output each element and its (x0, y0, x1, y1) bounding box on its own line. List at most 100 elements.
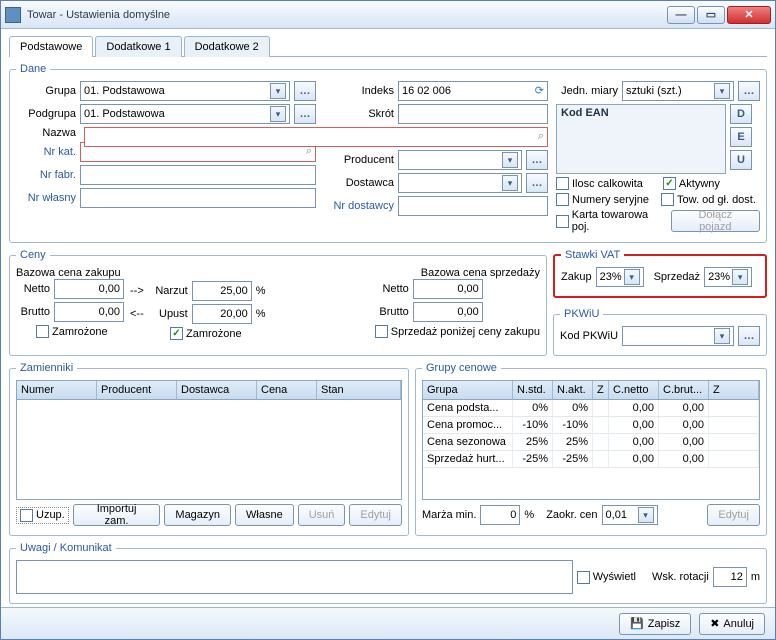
combo-vat-zakup[interactable]: 23%▾ (596, 267, 644, 287)
dostawca-more-button[interactable]: … (526, 173, 548, 193)
chk-uzup[interactable]: Uzup. (16, 507, 69, 524)
legend-pkwiu: PKWiU (560, 308, 603, 320)
col-z1[interactable]: Z (593, 381, 609, 399)
input-indeks[interactable] (398, 81, 548, 101)
tab-dodatkowe2[interactable]: Dodatkowe 2 (184, 36, 270, 57)
combo-podgrupa[interactable]: 01. Podstawowa▾ (80, 104, 290, 124)
legend-vat: Stawki VAT (561, 249, 624, 261)
producent-more-button[interactable]: … (526, 150, 548, 170)
input-wsk[interactable] (713, 567, 747, 587)
chk-numery[interactable]: Numery seryjne (556, 193, 649, 206)
label-netto-zak: Netto (16, 283, 50, 295)
combo-dostawca[interactable]: ▾ (398, 173, 522, 193)
chk-zamrozone-nar[interactable]: Zamrożone (170, 327, 242, 340)
table-row[interactable]: Cena sezonowa25%25%0,000,00 (423, 434, 759, 451)
combo-jedn[interactable]: sztuki (szt.)▾ (622, 81, 734, 101)
save-icon: 💾 (630, 617, 644, 630)
input-nrdostawcy[interactable] (398, 196, 548, 216)
minimize-button[interactable]: — (667, 6, 695, 24)
label-indeks: Indeks (324, 85, 394, 97)
input-netto-spr[interactable] (413, 279, 483, 299)
label-nrwlasny: Nr własny (16, 192, 76, 204)
btn-magazyn[interactable]: Magazyn (164, 504, 231, 526)
label-pkwiu: Kod PKWiU (560, 330, 618, 342)
input-nrwlasny[interactable] (80, 188, 316, 208)
col-numer[interactable]: Numer (17, 381, 97, 399)
col-z2[interactable]: Z (709, 381, 759, 399)
combo-grupa[interactable]: 01. Podstawowa▾ (80, 81, 290, 101)
col-stan[interactable]: Stan (317, 381, 401, 399)
textarea-uwagi[interactable] (16, 560, 573, 594)
arrow-l: <-- (130, 308, 144, 320)
chk-zamrozone-zak[interactable]: Zamrożone (36, 325, 108, 338)
grupa-more-button[interactable]: … (294, 81, 316, 101)
pkwiu-more-button[interactable]: … (738, 326, 760, 346)
col-dostawca[interactable]: Dostawca (177, 381, 257, 399)
tab-dodatkowe1[interactable]: Dodatkowe 1 (95, 36, 181, 57)
u-button[interactable]: U (730, 150, 752, 170)
label-marza: Marża min. (422, 509, 476, 521)
table-row[interactable]: Sprzedaż hurt...-25%-25%0,000,00 (423, 451, 759, 468)
chk-sprz-ponizej[interactable]: Sprzedaż poniżej ceny zakupu (375, 325, 540, 338)
chk-wyswietl[interactable]: Wyświetl (577, 571, 636, 584)
app-icon (5, 7, 21, 23)
input-brutto-spr[interactable] (413, 302, 483, 322)
input-brutto-zak[interactable] (54, 302, 124, 322)
combo-zaokr[interactable]: 0,01▾ (602, 505, 658, 525)
jedn-more-button[interactable]: … (738, 81, 760, 101)
podgrupa-more-button[interactable]: … (294, 104, 316, 124)
fieldset-dane: Dane Grupa 01. Podstawowa▾ … Podgrupa 01… (9, 63, 767, 243)
combo-pkwiu[interactable]: ▾ (622, 326, 734, 346)
pct-marza: % (524, 509, 534, 521)
input-netto-zak[interactable] (54, 279, 124, 299)
pct: % (256, 285, 266, 297)
refresh-icon[interactable]: ⟳ (535, 84, 544, 97)
input-nrfabr[interactable] (80, 165, 316, 185)
btn-usun[interactable]: Usuń (298, 504, 346, 526)
zapisz-button[interactable]: 💾Zapisz (619, 613, 691, 635)
label-brutto-zak: Brutto (16, 306, 50, 318)
titlebar: Towar - Ustawienia domyślne — ▭ ✕ (1, 1, 775, 29)
input-upust[interactable] (192, 304, 252, 324)
search-icon[interactable]: ⌕ (538, 130, 544, 143)
label-vat-sprzedaz: Sprzedaż (654, 271, 700, 283)
col-grupa[interactable]: Grupa (423, 381, 513, 399)
dolacz-pojazd-button[interactable]: Dołącz pojazd (671, 210, 760, 232)
input-skrot[interactable] (398, 104, 548, 124)
col-nakt[interactable]: N.akt. (553, 381, 593, 399)
chk-ilosc[interactable]: Ilosc calkowita (556, 177, 643, 190)
arrow-r: --> (130, 285, 144, 297)
col-cbrutto[interactable]: C.brut... (659, 381, 709, 399)
maximize-button[interactable]: ▭ (697, 6, 725, 24)
anuluj-button[interactable]: ✖Anuluj (699, 613, 765, 635)
col-nstd[interactable]: N.std. (513, 381, 553, 399)
input-nazwa[interactable] (84, 127, 548, 147)
col-producent[interactable]: Producent (97, 381, 177, 399)
grid-zamienniki[interactable]: Numer Producent Dostawca Cena Stan (16, 380, 402, 500)
btn-wlasne[interactable]: Własne (235, 504, 294, 526)
combo-producent[interactable]: ▾ (398, 150, 522, 170)
chk-aktywny[interactable]: Aktywny (663, 177, 720, 190)
table-row[interactable]: Cena podsta...0%0%0,000,00 (423, 400, 759, 417)
col-cnetto[interactable]: C.netto (609, 381, 659, 399)
legend-zamienniki: Zamienniki (16, 362, 77, 374)
chevron-down-icon: ▾ (270, 83, 286, 99)
chk-towod[interactable]: Tow. od gł. dost. (661, 193, 756, 206)
tab-podstawowe[interactable]: Podstawowe (9, 36, 93, 57)
kodean-box[interactable]: Kod EAN (556, 104, 726, 174)
fieldset-grupycen: Grupy cenowe Grupa N.std. N.akt. Z C.net… (415, 362, 767, 536)
btn-edytuj-gc[interactable]: Edytuj (707, 504, 760, 526)
grid-grupycen[interactable]: Grupa N.std. N.akt. Z C.netto C.brut... … (422, 380, 760, 500)
label-nrkat: Nr kat. (16, 146, 76, 158)
input-narzut[interactable] (192, 281, 252, 301)
e-button[interactable]: E (730, 127, 752, 147)
col-cena[interactable]: Cena (257, 381, 317, 399)
close-button[interactable]: ✕ (727, 6, 771, 24)
d-button[interactable]: D (730, 104, 752, 124)
combo-vat-sprzedaz[interactable]: 23%▾ (704, 267, 752, 287)
table-row[interactable]: Cena promoc...-10%-10%0,000,00 (423, 417, 759, 434)
btn-edytuj-zam[interactable]: Edytuj (349, 504, 402, 526)
btn-import-zam[interactable]: Importuj zam. (73, 504, 161, 526)
chk-karta[interactable]: Karta towarowa poj. (556, 209, 667, 233)
input-marza[interactable] (480, 505, 520, 525)
